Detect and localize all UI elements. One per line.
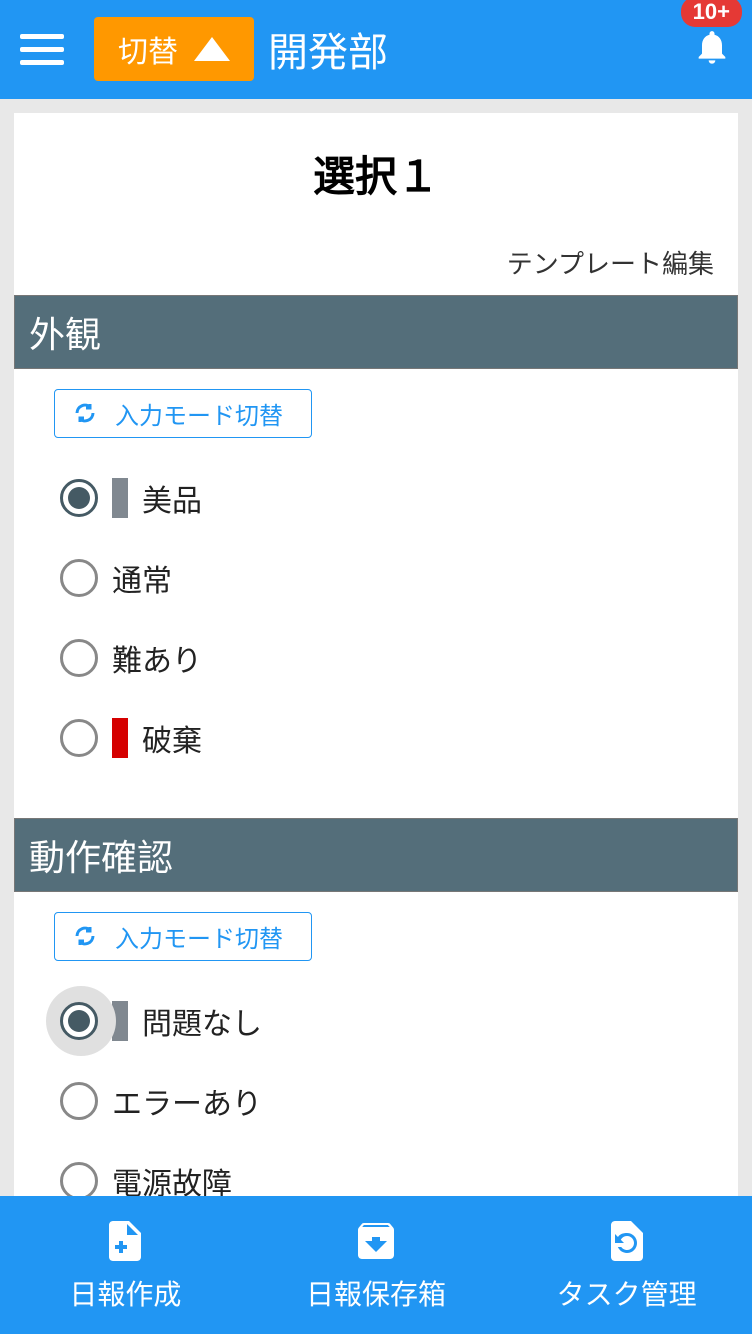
page-card: 選択１ テンプレート編集 外観 入力モード切替 美品 通常 [14, 113, 738, 1196]
color-chip [112, 478, 128, 518]
content-scroll[interactable]: 選択１ テンプレート編集 外観 入力モード切替 美品 通常 [0, 99, 752, 1196]
restore-icon [603, 1217, 651, 1265]
switch-button-label: 切替 [118, 27, 178, 71]
section-header-operation: 動作確認 [14, 818, 738, 892]
option-label: 美品 [142, 476, 202, 520]
color-chip [112, 1001, 128, 1041]
template-edit-link[interactable]: テンプレート編集 [14, 244, 738, 295]
radio-icon [60, 479, 98, 517]
file-plus-icon [101, 1217, 149, 1265]
bell-icon [692, 27, 732, 67]
radio-icon [60, 719, 98, 757]
nav-item-create-report[interactable]: 日報作成 [0, 1196, 251, 1334]
input-mode-toggle-button[interactable]: 入力モード切替 [54, 389, 312, 438]
option-label: 問題なし [142, 999, 262, 1043]
radio-icon [60, 639, 98, 677]
option-list-appearance: 美品 通常 難あり 破棄 [54, 458, 698, 778]
notification-badge: 10+ [681, 0, 742, 27]
page-title: 選択１ [14, 113, 738, 244]
input-mode-toggle-button[interactable]: 入力モード切替 [54, 912, 312, 961]
option-label: 難あり [112, 636, 202, 680]
header-title: 開発部 [268, 20, 388, 78]
option-label: 破棄 [142, 716, 202, 760]
mode-toggle-label: 入力モード切替 [115, 919, 283, 954]
nav-label: 日報作成 [69, 1273, 181, 1313]
radio-option[interactable]: 難あり [54, 618, 698, 698]
option-label: 通常 [112, 556, 172, 600]
option-list-operation: 問題なし エラーあり 電源故障 [54, 981, 698, 1196]
bottom-nav: 日報作成 日報保存箱 タスク管理 [0, 1196, 752, 1334]
refresh-icon [73, 924, 97, 948]
section-header-appearance: 外観 [14, 295, 738, 369]
refresh-icon [73, 401, 97, 425]
archive-icon [352, 1217, 400, 1265]
nav-item-saved-reports[interactable]: 日報保存箱 [251, 1196, 502, 1334]
section-body-appearance: 入力モード切替 美品 通常 難あり [14, 369, 738, 818]
hamburger-menu-icon[interactable] [20, 27, 64, 71]
triangle-up-icon [194, 37, 230, 61]
mode-toggle-label: 入力モード切替 [115, 396, 283, 431]
radio-option[interactable]: 美品 [54, 458, 698, 538]
radio-icon [60, 1162, 98, 1196]
nav-label: 日報保存箱 [306, 1273, 446, 1313]
nav-label: タスク管理 [557, 1273, 697, 1313]
switch-button[interactable]: 切替 [94, 17, 254, 81]
radio-icon [60, 1002, 98, 1040]
nav-item-task-management[interactable]: タスク管理 [501, 1196, 752, 1334]
radio-option[interactable]: 問題なし [54, 981, 698, 1061]
option-label: エラーあり [112, 1079, 262, 1123]
option-label: 電源故障 [112, 1159, 232, 1196]
app-header: 切替 開発部 10+ [0, 0, 752, 99]
radio-icon [60, 1082, 98, 1120]
radio-option[interactable]: 破棄 [54, 698, 698, 778]
color-chip [112, 718, 128, 758]
notifications-button[interactable]: 10+ [692, 27, 732, 72]
radio-option[interactable]: 通常 [54, 538, 698, 618]
radio-option[interactable]: 電源故障 [54, 1141, 698, 1196]
section-body-operation: 入力モード切替 問題なし エラーあり 電源故障 [14, 892, 738, 1196]
radio-icon [60, 559, 98, 597]
radio-option[interactable]: エラーあり [54, 1061, 698, 1141]
